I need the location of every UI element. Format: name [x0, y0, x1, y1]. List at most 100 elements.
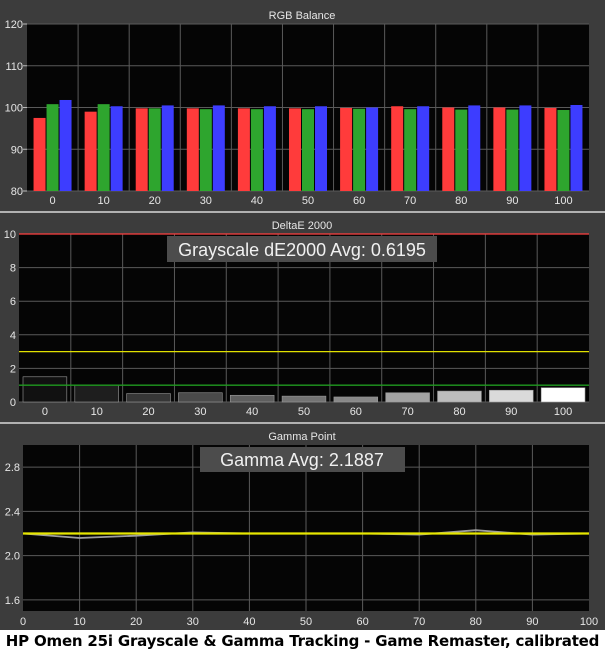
de-ytick-label: 0 [10, 397, 16, 409]
de-ytick-label: 10 [4, 229, 16, 241]
rgb-bar [212, 105, 225, 191]
gamma-xtick-label: 100 [580, 616, 598, 628]
rgb-ytick-label: 120 [5, 19, 23, 31]
rgb-bar [506, 109, 519, 191]
de-xtick-label: 70 [402, 406, 414, 418]
rgb-bar [289, 108, 301, 191]
rgb-xtick-label: 100 [554, 195, 572, 207]
rgb-bar [59, 99, 72, 191]
panel-3-title: Gamma Point [268, 431, 335, 443]
rgb-xtick-label: 40 [251, 195, 263, 207]
rgb-bar [315, 106, 327, 191]
rgb-bar [557, 110, 570, 191]
rgb-bar [97, 104, 110, 191]
rgb-xtick-label: 0 [49, 195, 55, 207]
rgb-bar [340, 107, 353, 191]
gamma-ytick-label: 2.0 [5, 551, 20, 563]
rgb-bar [237, 108, 250, 191]
rgb-bar [493, 107, 506, 191]
de-bar [489, 389, 534, 403]
de-xtick-label: 100 [554, 406, 572, 418]
rgb-xtick-label: 60 [353, 195, 365, 207]
rgb-bar [353, 108, 366, 191]
rgb-bar [302, 109, 314, 191]
rgb-bar [468, 105, 481, 191]
rgb-bar [391, 106, 404, 191]
de-xtick-label: 90 [505, 406, 517, 418]
figure-caption: HP Omen 25i Grayscale & Gamma Tracking -… [0, 630, 605, 652]
de-bar [540, 387, 586, 403]
de-bar [437, 390, 482, 403]
de-xtick-label: 80 [453, 406, 465, 418]
de-xtick-label: 0 [42, 406, 48, 418]
chart-stage: RGB Balance DeltaE 2000 Gamma Point 80 90 100… [0, 0, 605, 630]
gamma-xtick-label: 10 [73, 616, 85, 628]
de-xtick-label: 40 [246, 406, 258, 418]
gamma-ytick-label: 1.6 [5, 595, 20, 607]
rgb-bar [519, 105, 532, 191]
rgb-bar [570, 104, 583, 191]
rgb-bar [84, 111, 97, 191]
de-bar [385, 392, 430, 403]
de-bar [178, 392, 223, 403]
gamma-xtick-label: 90 [526, 616, 538, 628]
rgb-ytick-label: 80 [11, 186, 23, 198]
rgb-xtick-label: 80 [455, 195, 467, 207]
gamma-xtick-label: 70 [413, 616, 425, 628]
charts-svg: RGB BalanceDeltaE 2000Gamma Point8090100… [0, 0, 605, 630]
gamma-xtick-label: 40 [243, 616, 255, 628]
rgb-bar [199, 109, 212, 191]
rgb-xtick-label: 30 [200, 195, 212, 207]
rgb-bar [263, 106, 276, 191]
rgb-xtick-label: 90 [506, 195, 518, 207]
de-ytick-label: 2 [10, 363, 16, 375]
rgb-bar [161, 105, 174, 191]
de-xtick-label: 10 [91, 406, 103, 418]
gamma-ytick-label: 2.8 [5, 462, 20, 474]
gamma-xtick-label: 0 [20, 616, 26, 628]
rgb-bar [46, 104, 59, 191]
rgb-ytick-label: 110 [5, 61, 23, 73]
rgb-xtick-label: 20 [149, 195, 161, 207]
panel-1-title: RGB Balance [269, 10, 336, 22]
rgb-bar [417, 106, 430, 191]
de-xtick-label: 30 [194, 406, 206, 418]
de-xtick-label: 20 [142, 406, 154, 418]
rgb-ytick-label: 100 [5, 103, 23, 115]
de-bar [126, 393, 171, 403]
de-xtick-label: 60 [350, 406, 362, 418]
rgb-bar [366, 107, 379, 191]
rgb-bar [135, 108, 148, 191]
de-bar [229, 394, 275, 403]
rgb-bar [110, 106, 123, 191]
gamma-xtick-label: 80 [470, 616, 482, 628]
gamma-xtick-label: 60 [356, 616, 368, 628]
panel-2-title: DeltaE 2000 [272, 220, 333, 232]
rgb-xtick-label: 10 [98, 195, 110, 207]
gamma-ytick-label: 2.4 [5, 506, 20, 518]
gamma-xtick-label: 50 [300, 616, 312, 628]
de-bar [74, 384, 119, 403]
gamma-xtick-label: 30 [187, 616, 199, 628]
rgb-bar [404, 109, 417, 191]
rgb-bar [442, 107, 455, 191]
de-bar [333, 396, 379, 403]
gamma-xtick-label: 20 [130, 616, 142, 628]
rgb-bar [455, 109, 468, 191]
rgb-bar [250, 109, 263, 191]
rgb-ytick-label: 90 [11, 144, 23, 156]
rgb-bar [148, 108, 161, 191]
rgb-xtick-label: 50 [302, 195, 314, 207]
de-bar [281, 395, 327, 403]
de-annotation-text: Grayscale dE2000 Avg: 0.6195 [178, 240, 426, 260]
de-ytick-label: 6 [10, 296, 16, 308]
rgb-bar [33, 117, 46, 191]
de-ytick-label: 8 [10, 263, 16, 275]
de-ytick-label: 4 [10, 330, 16, 342]
de-bar [22, 376, 68, 403]
rgb-xtick-label: 70 [404, 195, 416, 207]
gamma-annotation-text: Gamma Avg: 2.1887 [220, 450, 384, 470]
rgb-bar [186, 108, 199, 191]
rgb-bar [544, 107, 557, 191]
de-xtick-label: 50 [298, 406, 310, 418]
